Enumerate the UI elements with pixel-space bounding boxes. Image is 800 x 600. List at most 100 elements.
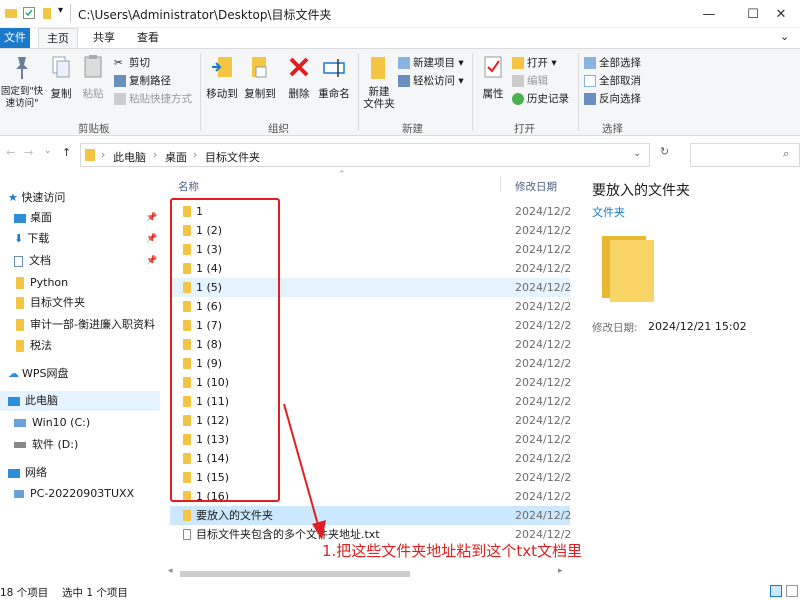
file-name: 要放入的文件夹 [196, 509, 273, 522]
paste-button[interactable]: 粘贴 [78, 53, 108, 101]
paste-shortcut-button[interactable]: 粘贴快捷方式 [114, 91, 192, 106]
easy-access-button[interactable]: 轻松访问 ▾ [398, 73, 464, 88]
tab-share[interactable]: 共享 [84, 28, 124, 48]
nav-drive-d[interactable]: 软件 (D:) [0, 435, 160, 455]
recent-dropdown-icon[interactable]: ⌄ [44, 146, 52, 156]
drive-icon [14, 419, 26, 427]
nav-downloads[interactable]: ⬇ 下载 📌 [0, 229, 160, 249]
scroll-right-icon[interactable]: ▸ [558, 566, 563, 576]
up-arrow-icon[interactable]: ↑ [62, 146, 71, 159]
file-date: 2024/12/2 [515, 490, 572, 503]
file-date: 2024/12/2 [515, 433, 572, 446]
crumb-chevron-icon[interactable]: › [153, 148, 157, 161]
scroll-left-icon[interactable]: ◂ [168, 566, 173, 576]
annotation-text: 1.把这些文件夹地址粘到这个txt文档里 [322, 542, 582, 560]
nav-target-folder[interactable]: 目标文件夹 [0, 293, 160, 313]
nav-this-pc[interactable]: 此电脑 [0, 391, 160, 411]
scrollbar-thumb[interactable] [180, 571, 410, 577]
pin-quick-access-button[interactable]: 固定到"快速访问" [0, 53, 44, 110]
nav-wps-cloud[interactable]: ☁ WPS网盘 [0, 364, 160, 384]
breadcrumb-this-pc[interactable]: 此电脑 [113, 149, 146, 165]
delete-button[interactable]: 删除 [284, 53, 314, 101]
quick-access-dropdown-icon[interactable]: ▾ [58, 5, 63, 16]
column-divider[interactable] [500, 176, 501, 192]
large-icons-view-icon[interactable] [786, 585, 798, 597]
refresh-icon[interactable]: ↻ [660, 145, 669, 158]
select-all-button[interactable]: 全部选择 [584, 55, 641, 70]
copy-button[interactable]: 复制 [46, 53, 76, 101]
rename-icon [323, 59, 345, 77]
rename-button[interactable]: 重命名 [316, 53, 352, 101]
new-folder-button[interactable]: 新建 文件夹 [362, 53, 396, 110]
select-none-button[interactable]: 全部取消 [584, 73, 641, 88]
nav-network[interactable]: 网络 [0, 463, 160, 483]
folder-icon [16, 297, 24, 309]
select-group-label: 选择 [602, 123, 623, 135]
search-box[interactable]: ⌕ [690, 143, 800, 167]
file-date: 2024/12/2 [515, 357, 572, 370]
invert-selection-icon [584, 93, 596, 105]
nav-audit-folder[interactable]: 审计一部-衡进廉入职资料 [0, 315, 160, 335]
back-arrow-icon[interactable]: ← [6, 146, 15, 159]
move-to-icon [212, 57, 232, 77]
edit-button[interactable]: 编辑 [512, 73, 548, 88]
scissors-icon: ✂ [114, 57, 123, 69]
invert-selection-button[interactable]: 反向选择 [584, 91, 641, 106]
forward-arrow-icon[interactable]: → [24, 146, 33, 159]
tab-file[interactable]: 文件 [0, 28, 30, 48]
ribbon-collapse-icon[interactable]: ⌄ [780, 30, 789, 43]
history-button[interactable]: 历史记录 [512, 91, 569, 106]
breadcrumb-desktop[interactable]: 桌面 [165, 149, 187, 165]
crumb-chevron-icon[interactable]: › [193, 148, 197, 161]
file-date: 2024/12/2 [515, 243, 572, 256]
properties-button[interactable]: 属性 [478, 53, 508, 101]
address-bar[interactable]: › 此电脑 › 桌面 › 目标文件夹 ⌄ [80, 143, 650, 167]
group-separator [358, 53, 359, 131]
breadcrumb-target-folder[interactable]: 目标文件夹 [205, 149, 260, 165]
quick-folder-icon[interactable] [40, 6, 54, 20]
crumb-chevron-icon[interactable]: › [101, 148, 105, 161]
minimize-button[interactable]: — [686, 0, 732, 28]
new-group-label: 新建 [402, 123, 423, 135]
file-date: 2024/12/2 [515, 281, 572, 294]
nav-desktop[interactable]: 桌面 📌 [0, 208, 160, 228]
file-row[interactable]: 要放入的文件夹 2024/12/2 [170, 506, 571, 525]
details-view-icon[interactable] [770, 585, 782, 597]
pin-icon [16, 57, 28, 79]
nav-python[interactable]: Python [0, 273, 160, 293]
cut-button[interactable]: ✂ 剪切 [114, 55, 150, 70]
checkbox-icon[interactable] [22, 6, 36, 20]
paste-shortcut-label: 粘贴快捷方式 [129, 93, 192, 105]
tab-view[interactable]: 查看 [128, 28, 168, 48]
computer-icon [14, 490, 24, 498]
nav-documents[interactable]: 文档 📌 [0, 251, 160, 271]
open-button[interactable]: 打开 ▾ [512, 55, 557, 70]
properties-icon [484, 56, 502, 78]
column-header-name[interactable]: 名称 [178, 179, 199, 194]
properties-label: 属性 [482, 88, 504, 100]
nav-pc-network[interactable]: PC-20220903TUXX [0, 484, 160, 504]
file-date: 2024/12/2 [515, 395, 572, 408]
group-separator [200, 53, 201, 131]
address-dropdown-icon[interactable]: ⌄ [633, 148, 641, 159]
new-item-label: 新建项目 [413, 57, 455, 69]
move-to-button[interactable]: 移动到 [204, 53, 240, 101]
ribbon-tabs: 文件 主页 共享 查看 ⌄ [0, 28, 800, 48]
nav-drive-c[interactable]: Win10 (C:) [0, 413, 160, 433]
nav-tax-law[interactable]: 税法 [0, 336, 160, 356]
nav-quick-access[interactable]: ★ 快速访问 [0, 188, 160, 208]
nav-label: PC-20220903TUXX [30, 487, 135, 500]
copy-to-button[interactable]: 复制到 [242, 53, 278, 101]
copy-path-button[interactable]: 复制路径 [114, 73, 171, 88]
navigation-pane: ★ 快速访问 桌面 📌 ⬇ 下载 📌 文档 📌 Python 目标文件夹 审计一部… [0, 180, 160, 580]
open-group-label: 打开 [514, 123, 535, 135]
close-button[interactable]: ✕ [758, 0, 800, 28]
new-item-button[interactable]: 新建项目 ▾ [398, 55, 464, 70]
tab-home[interactable]: 主页 [38, 28, 78, 48]
horizontal-scrollbar[interactable]: ◂ ▸ [166, 566, 570, 580]
column-header-date[interactable]: 修改日期 [515, 179, 557, 194]
pinned-icon: 📌 [146, 213, 158, 223]
address-bar-row: ← → ⌄ ↑ › 此电脑 › 桌面 › 目标文件夹 ⌄ ↻ ⌕ [0, 140, 800, 170]
details-title: 要放入的文件夹 [592, 183, 690, 199]
copy-to-icon [252, 57, 267, 78]
